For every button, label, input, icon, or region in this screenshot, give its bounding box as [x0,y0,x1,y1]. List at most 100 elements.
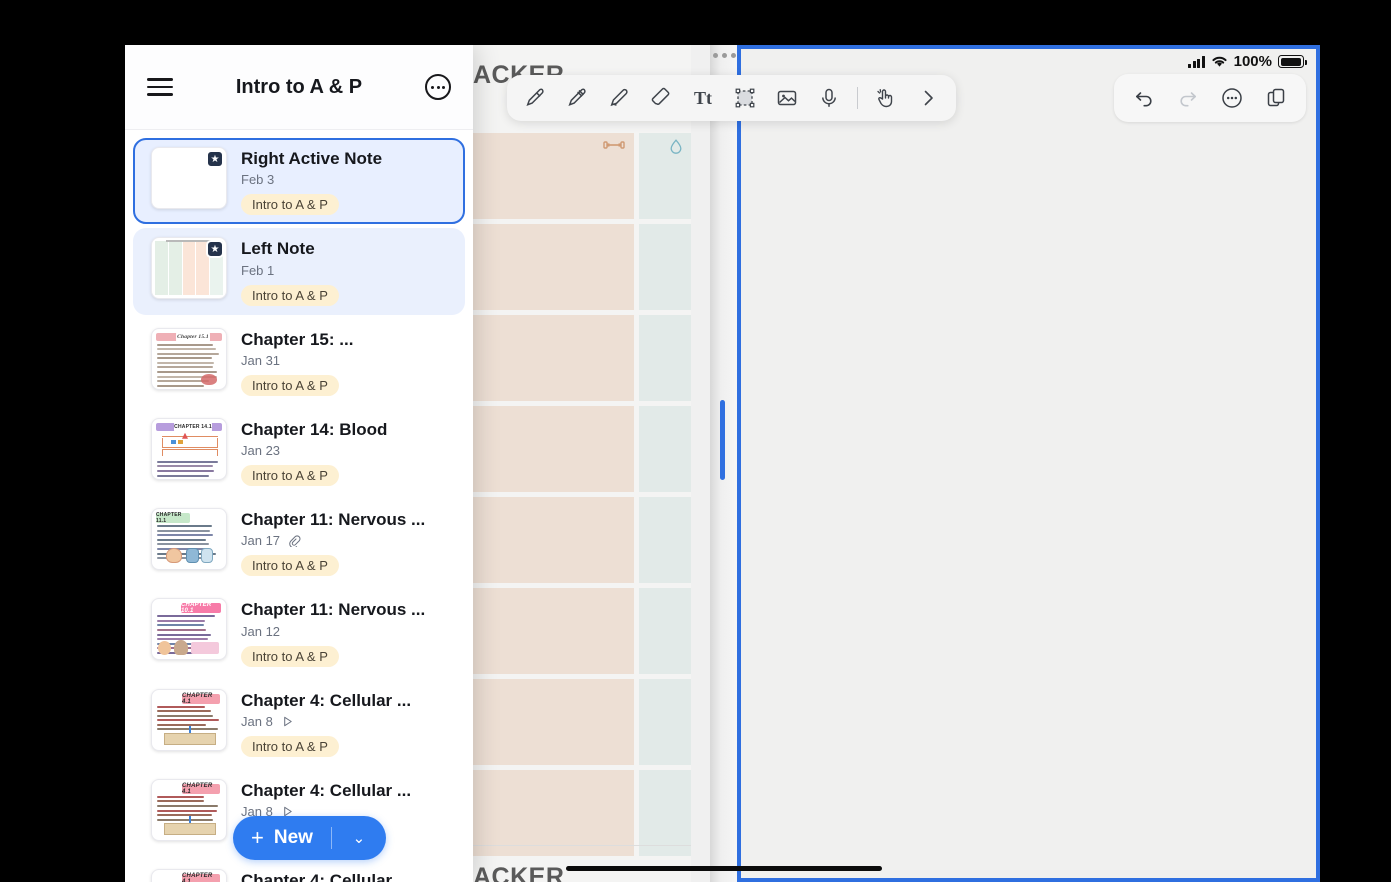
note-date: Feb 1 [241,263,274,278]
split-view-gutter[interactable] [710,45,738,882]
note-tag[interactable]: Intro to A & P [241,646,339,667]
drag-dots-icon[interactable] [710,53,738,58]
note-tag[interactable]: Intro to A & P [241,465,339,486]
note-thumbnail: Chapter 15.1 [151,328,227,390]
split-view-drag-handle[interactable] [720,400,725,480]
note-list-item[interactable]: CHAPTER 4.1Chapter 4: Cellular ...Jan 8I… [133,680,465,766]
note-meta: Right Active NoteFeb 3Intro to A & P [241,147,449,215]
battery-full-icon [1278,55,1304,68]
water-column[interactable] [639,588,691,674]
note-list-item[interactable]: CHAPTER 4.1Chapter 4: Cellular ...Jan 8I… [133,860,465,882]
planner-title-bottom: ACKER [473,863,564,882]
note-tag[interactable]: Intro to A & P [241,736,339,757]
note-thumbnail: CHAPTER 11.1 [151,508,227,570]
workout-column[interactable] [473,224,634,310]
water-column[interactable] [639,224,691,310]
water-column[interactable] [639,497,691,583]
note-thumbnail: CHAPTER 4.1 [151,779,227,841]
note-list-item[interactable]: Chapter 15.1Chapter 15: ...Jan 31Intro t… [133,319,465,405]
water-column[interactable] [639,315,691,401]
planner-grid [473,133,691,861]
note-meta: Chapter 4: Cellular ...Jan 8Intro to A &… [241,869,449,882]
workout-column[interactable] [473,133,634,219]
text-tool-icon[interactable]: Tt [683,78,723,118]
note-thumbnail: ★ [151,237,227,299]
dumbbell-icon [603,139,625,151]
workout-column[interactable] [473,406,634,492]
star-badge-icon: ★ [206,150,224,168]
redo-button[interactable] [1168,78,1208,118]
planner-grid-row [473,679,691,765]
note-meta: Chapter 4: Cellular ... Jan 8 Intro to A &… [241,689,449,757]
battery-percent-label: 100% [1234,53,1272,70]
note-list-item[interactable]: CHAPTER 11.1Chapter 11: Nervous ...Jan 1… [133,499,465,585]
planner-app-background: ACKER ACKER [473,45,738,882]
note-date-row: Jan 17 [241,533,449,548]
workout-column[interactable] [473,497,634,583]
notes-sidebar: Intro to A & P ★Right Active NoteFeb 3In… [125,45,473,882]
water-column[interactable] [639,406,691,492]
marker-tool-icon[interactable] [557,78,597,118]
hand-scroll-icon[interactable] [866,78,906,118]
water-column[interactable] [639,770,691,856]
note-date: Jan 12 [241,624,280,639]
expand-toolbar-icon[interactable] [908,78,948,118]
duplicate-page-button[interactable] [1256,78,1296,118]
new-note-button[interactable]: + New ⌄ [233,816,386,860]
note-tag[interactable]: Intro to A & P [241,555,339,576]
ipad-screen: ACKER ACKER 100% [0,0,1391,882]
attachment-icon [288,534,301,547]
note-list-item[interactable]: ★Left NoteFeb 1Intro to A & P [133,228,465,314]
planner-sheet: ACKER ACKER [473,45,691,882]
note-title: Chapter 4: Cellular ... [241,690,449,711]
note-date: Jan 8 [241,714,273,729]
note-date-row: Feb 3 [241,172,449,187]
note-meta: Chapter 11: Nervous ...Jan 12Intro to A … [241,598,449,666]
planner-grid-row [473,133,691,219]
note-tag-row: Intro to A & P [241,548,449,576]
microphone-icon[interactable] [809,78,849,118]
pen-tool-icon[interactable] [515,78,555,118]
water-drop-icon [670,139,682,154]
note-title: Chapter 14: Blood [241,419,449,440]
plus-icon: + [251,827,264,849]
note-action-toolbar[interactable] [1114,74,1306,122]
note-tag[interactable]: Intro to A & P [241,285,339,306]
workout-column[interactable] [473,679,634,765]
chevron-down-icon[interactable]: ⌄ [342,829,376,847]
note-list-item[interactable]: CHAPTER 14.1Chapter 14: BloodJan 23Intro… [133,409,465,495]
water-column[interactable] [639,133,691,219]
eraser-tool-icon[interactable] [641,78,681,118]
note-meta: Chapter 14: Blood Jan 23 Intro to A & P [241,418,449,486]
note-meta: Left NoteFeb 1Intro to A & P [241,237,449,305]
water-column[interactable] [639,679,691,765]
wifi-icon [1211,55,1228,68]
lasso-select-tool-icon[interactable] [725,78,765,118]
undo-button[interactable] [1124,78,1164,118]
notes-list[interactable]: ★Right Active NoteFeb 3Intro to A & P★Le… [125,130,473,882]
workout-column[interactable] [473,588,634,674]
new-note-label: New [274,827,313,849]
note-tag-row: Intro to A & P [241,278,449,306]
active-note-pane[interactable]: 100% [737,45,1320,882]
more-options-icon[interactable] [425,74,451,100]
note-tag-row: Intro to A & P [241,187,449,215]
insert-image-icon[interactable] [767,78,807,118]
note-date-row: Feb 1 [241,263,449,278]
note-date: Jan 23 [241,443,280,458]
planner-grid-row [473,770,691,856]
drawing-tools-toolbar[interactable]: Tt [507,75,956,121]
note-tag[interactable]: Intro to A & P [241,375,339,396]
workout-column[interactable] [473,315,634,401]
workout-column[interactable] [473,770,634,856]
note-meta: Chapter 11: Nervous ...Jan 17Intro to A … [241,508,449,576]
note-tag[interactable]: Intro to A & P [241,194,339,215]
note-list-item[interactable]: ★Right Active NoteFeb 3Intro to A & P [133,138,465,224]
note-list-item[interactable]: CHAPTER 10.1Chapter 11: Nervous ...Jan 1… [133,589,465,675]
hamburger-menu-icon[interactable] [147,78,173,96]
note-title: Chapter 4: Cellular ... [241,780,449,801]
highlighter-tool-icon[interactable] [599,78,639,118]
more-options-button[interactable] [1212,78,1252,118]
note-date-row: Jan 12 [241,624,449,639]
planner-divider [473,845,691,846]
